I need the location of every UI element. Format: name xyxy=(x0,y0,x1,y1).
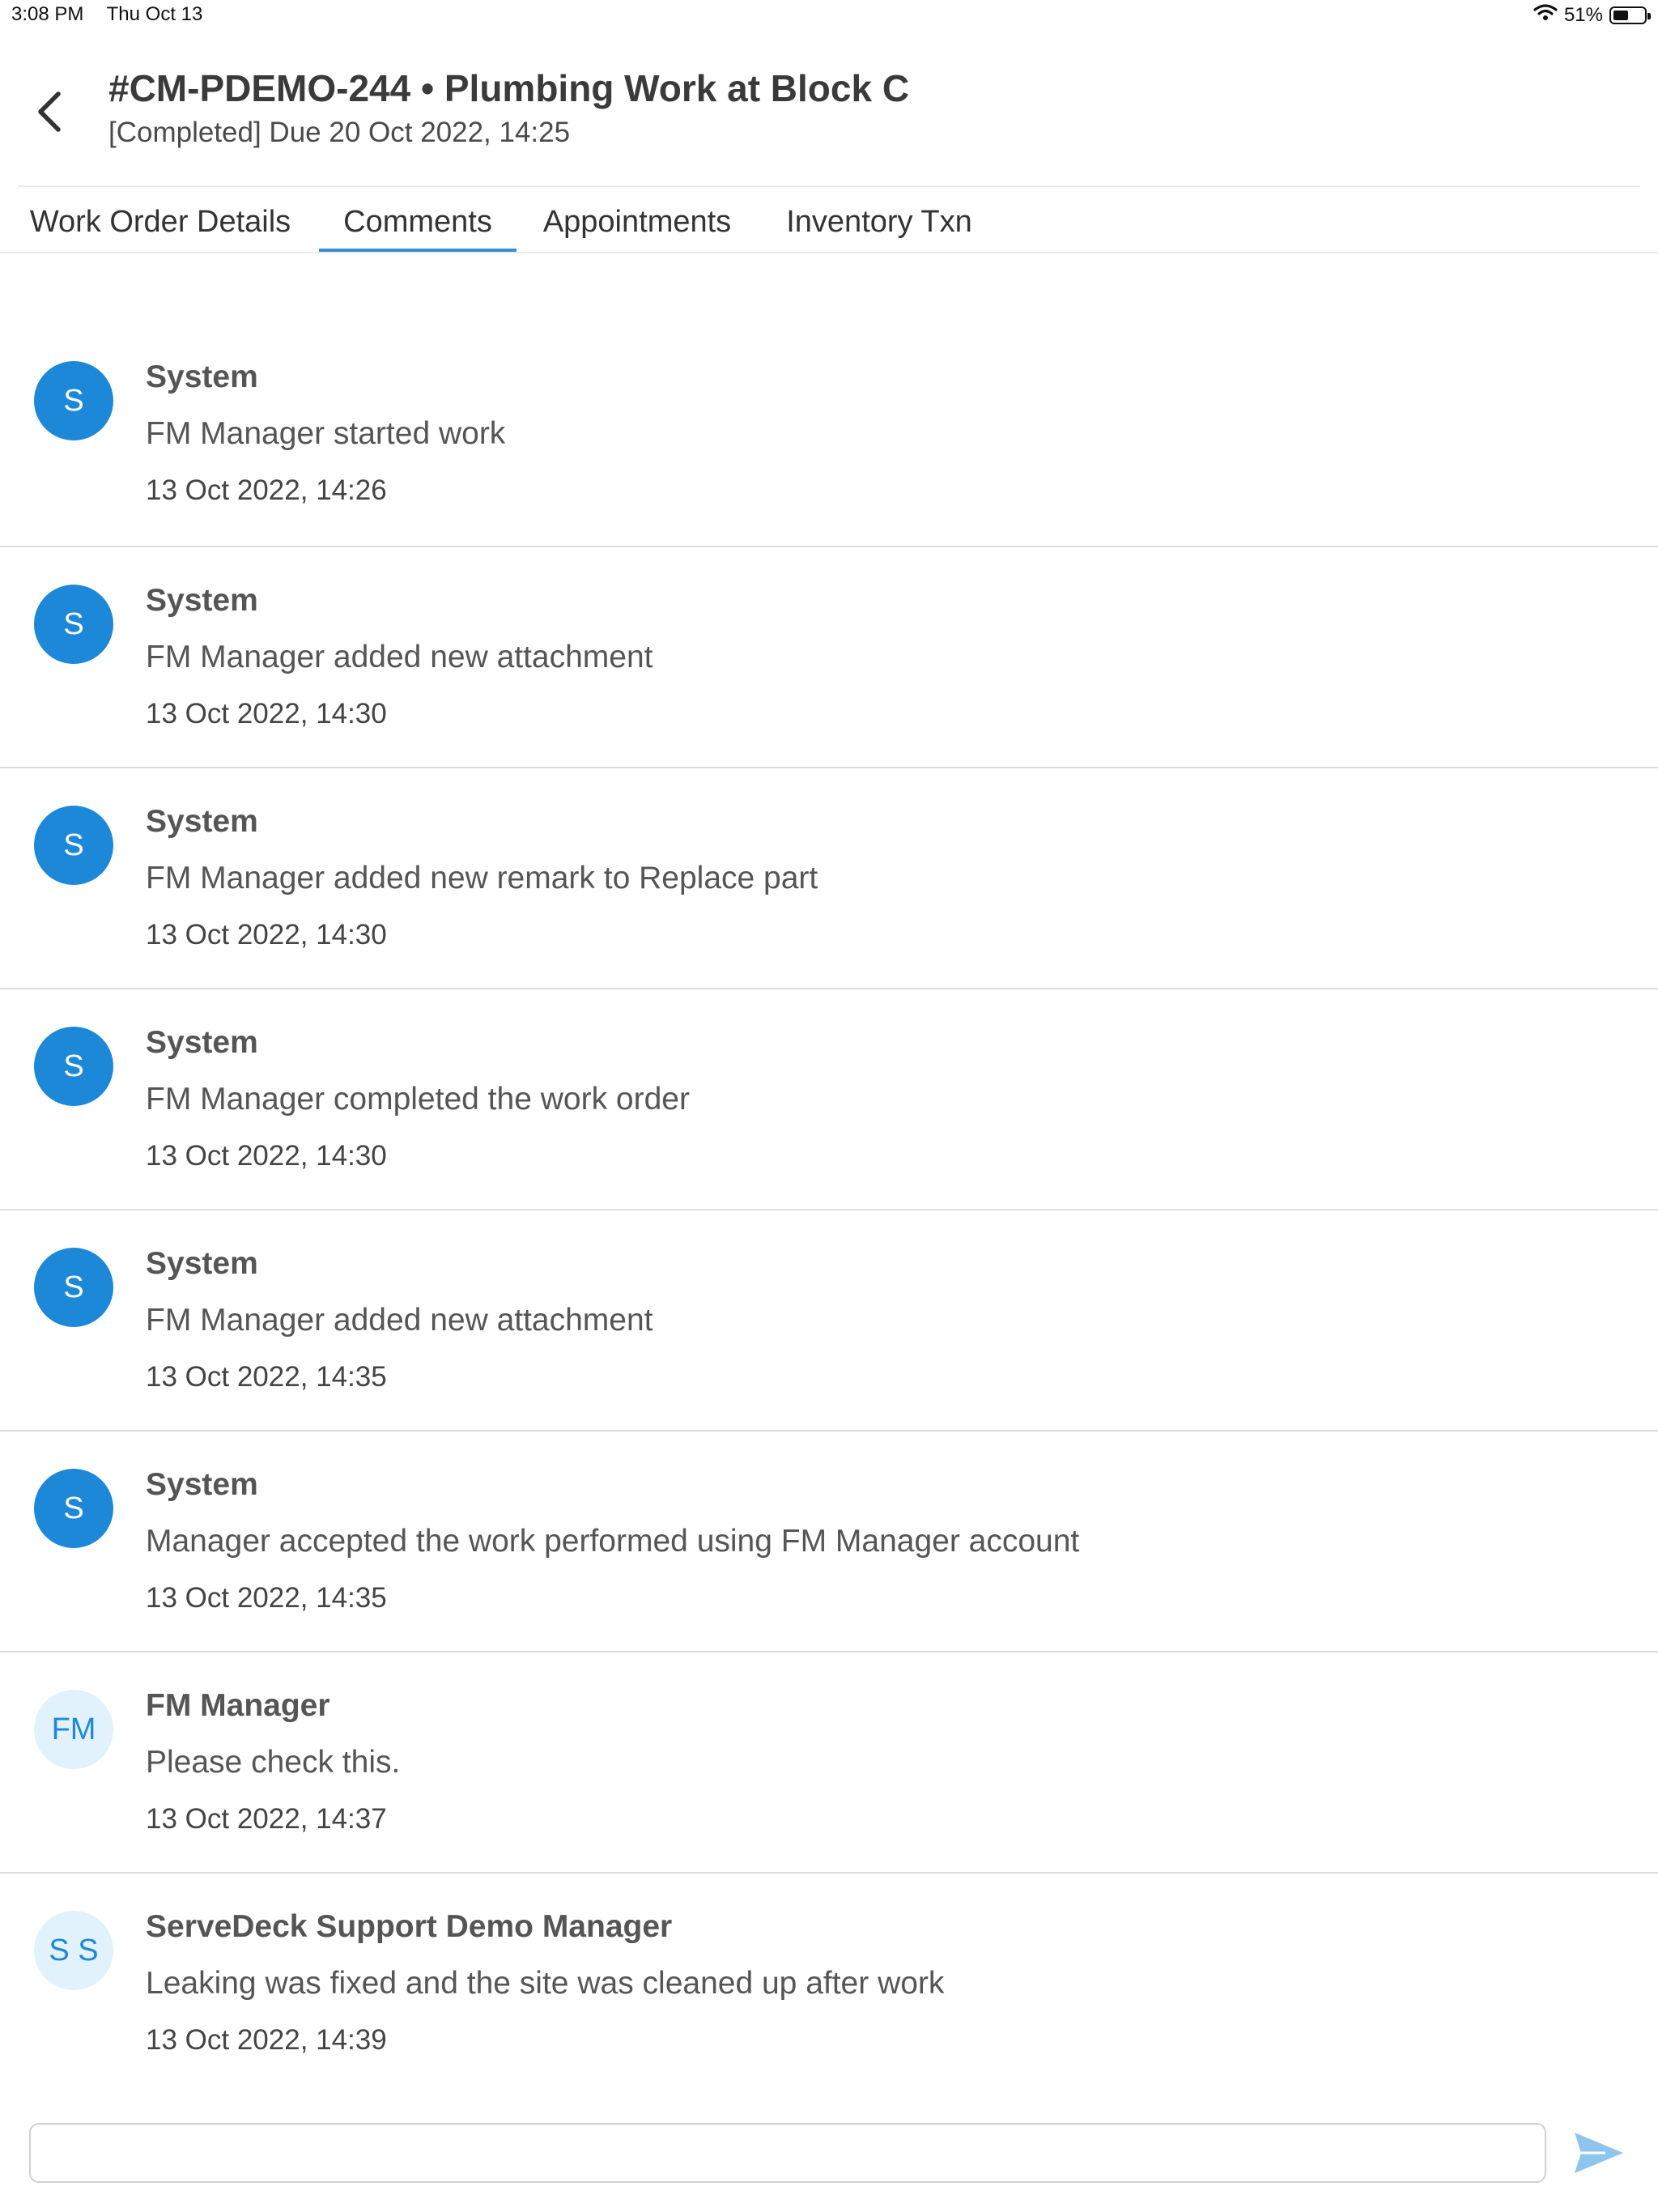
comment-time: 13 Oct 2022, 14:30 xyxy=(146,919,387,951)
tab-bar: Work Order Details Comments Appointments… xyxy=(0,187,1658,253)
comments-list: S System FM Manager started work 13 Oct … xyxy=(0,324,1658,2095)
comment-time: 13 Oct 2022, 14:35 xyxy=(146,1582,387,1614)
avatar: S xyxy=(34,361,113,440)
avatar: S S xyxy=(34,1911,113,1990)
status-right: 51% xyxy=(1533,3,1651,27)
page-header: #CM-PDEMO-244 • Plumbing Work at Block C… xyxy=(0,57,1658,186)
status-left: 3:08 PM Thu Oct 13 xyxy=(11,3,220,26)
chevron-left-icon xyxy=(38,91,61,132)
comment-time: 13 Oct 2022, 14:35 xyxy=(146,1361,387,1393)
comment-author: System xyxy=(146,583,258,618)
send-icon xyxy=(1575,2133,1623,2173)
comment-item: S System FM Manager completed the work o… xyxy=(0,989,1658,1210)
comment-author: FM Manager xyxy=(146,1688,330,1723)
comment-author: System xyxy=(146,1025,258,1060)
page-title: #CM-PDEMO-244 • Plumbing Work at Block C xyxy=(108,67,910,109)
comment-item: S System FM Manager added new attachment… xyxy=(0,1210,1658,1431)
status-bar: 3:08 PM Thu Oct 13 51% xyxy=(0,0,1658,32)
avatar: S xyxy=(34,585,113,664)
comment-message: FM Manager completed the work order xyxy=(146,1082,690,1117)
avatar: FM xyxy=(34,1690,113,1769)
avatar: S xyxy=(34,1248,113,1327)
avatar: S xyxy=(34,806,113,885)
comment-message: FM Manager added new attachment xyxy=(146,1303,653,1338)
send-button[interactable] xyxy=(1571,2125,1627,2181)
comment-time: 13 Oct 2022, 14:30 xyxy=(146,698,387,730)
battery-icon xyxy=(1609,6,1651,24)
comment-item: S System Manager accepted the work perfo… xyxy=(0,1431,1658,1653)
comment-author: ServeDeck Support Demo Manager xyxy=(146,1909,673,1944)
comment-item: S S ServeDeck Support Demo Manager Leaki… xyxy=(0,1874,1658,2095)
avatar: S xyxy=(34,1027,113,1106)
tab-appointments[interactable]: Appointments xyxy=(531,187,743,252)
comment-author: System xyxy=(146,1246,258,1281)
comment-message: Please check this. xyxy=(146,1745,401,1780)
tab-comments[interactable]: Comments xyxy=(319,187,517,252)
comment-item: S System FM Manager started work 13 Oct … xyxy=(0,324,1658,547)
comment-item: S System FM Manager added new attachment… xyxy=(0,547,1658,768)
comment-time: 13 Oct 2022, 14:39 xyxy=(146,2024,387,2056)
status-time: 3:08 PM xyxy=(11,3,84,25)
comment-input[interactable] xyxy=(29,2123,1546,2183)
comment-time: 13 Oct 2022, 14:26 xyxy=(146,474,387,506)
comment-item: FM FM Manager Please check this. 13 Oct … xyxy=(0,1653,1658,1874)
back-button[interactable] xyxy=(24,79,73,144)
comment-message: Manager accepted the work performed usin… xyxy=(146,1524,1080,1559)
battery-tip xyxy=(1647,12,1651,19)
comment-author: System xyxy=(146,804,258,839)
avatar: S xyxy=(34,1469,113,1548)
tab-work-order-details[interactable]: Work Order Details xyxy=(16,187,304,252)
battery-percent: 51% xyxy=(1563,3,1603,26)
comment-message: FM Manager added new remark to Replace p… xyxy=(146,861,818,895)
comment-author: System xyxy=(146,1467,258,1502)
page-subtitle: [Completed] Due 20 Oct 2022, 14:25 xyxy=(108,117,571,148)
comment-time: 13 Oct 2022, 14:37 xyxy=(146,1803,387,1835)
comment-item: S System FM Manager added new remark to … xyxy=(0,768,1658,989)
battery-fill xyxy=(1613,10,1628,20)
comment-message: FM Manager added new attachment xyxy=(146,640,653,674)
wifi-icon xyxy=(1533,3,1558,27)
comment-message: FM Manager started work xyxy=(146,416,506,451)
comment-message: Leaking was fixed and the site was clean… xyxy=(146,1966,945,2001)
comment-author: System xyxy=(146,359,258,394)
comment-time: 13 Oct 2022, 14:30 xyxy=(146,1140,387,1172)
tab-inventory-txn[interactable]: Inventory Txn xyxy=(776,187,983,252)
status-date: Thu Oct 13 xyxy=(106,3,203,25)
